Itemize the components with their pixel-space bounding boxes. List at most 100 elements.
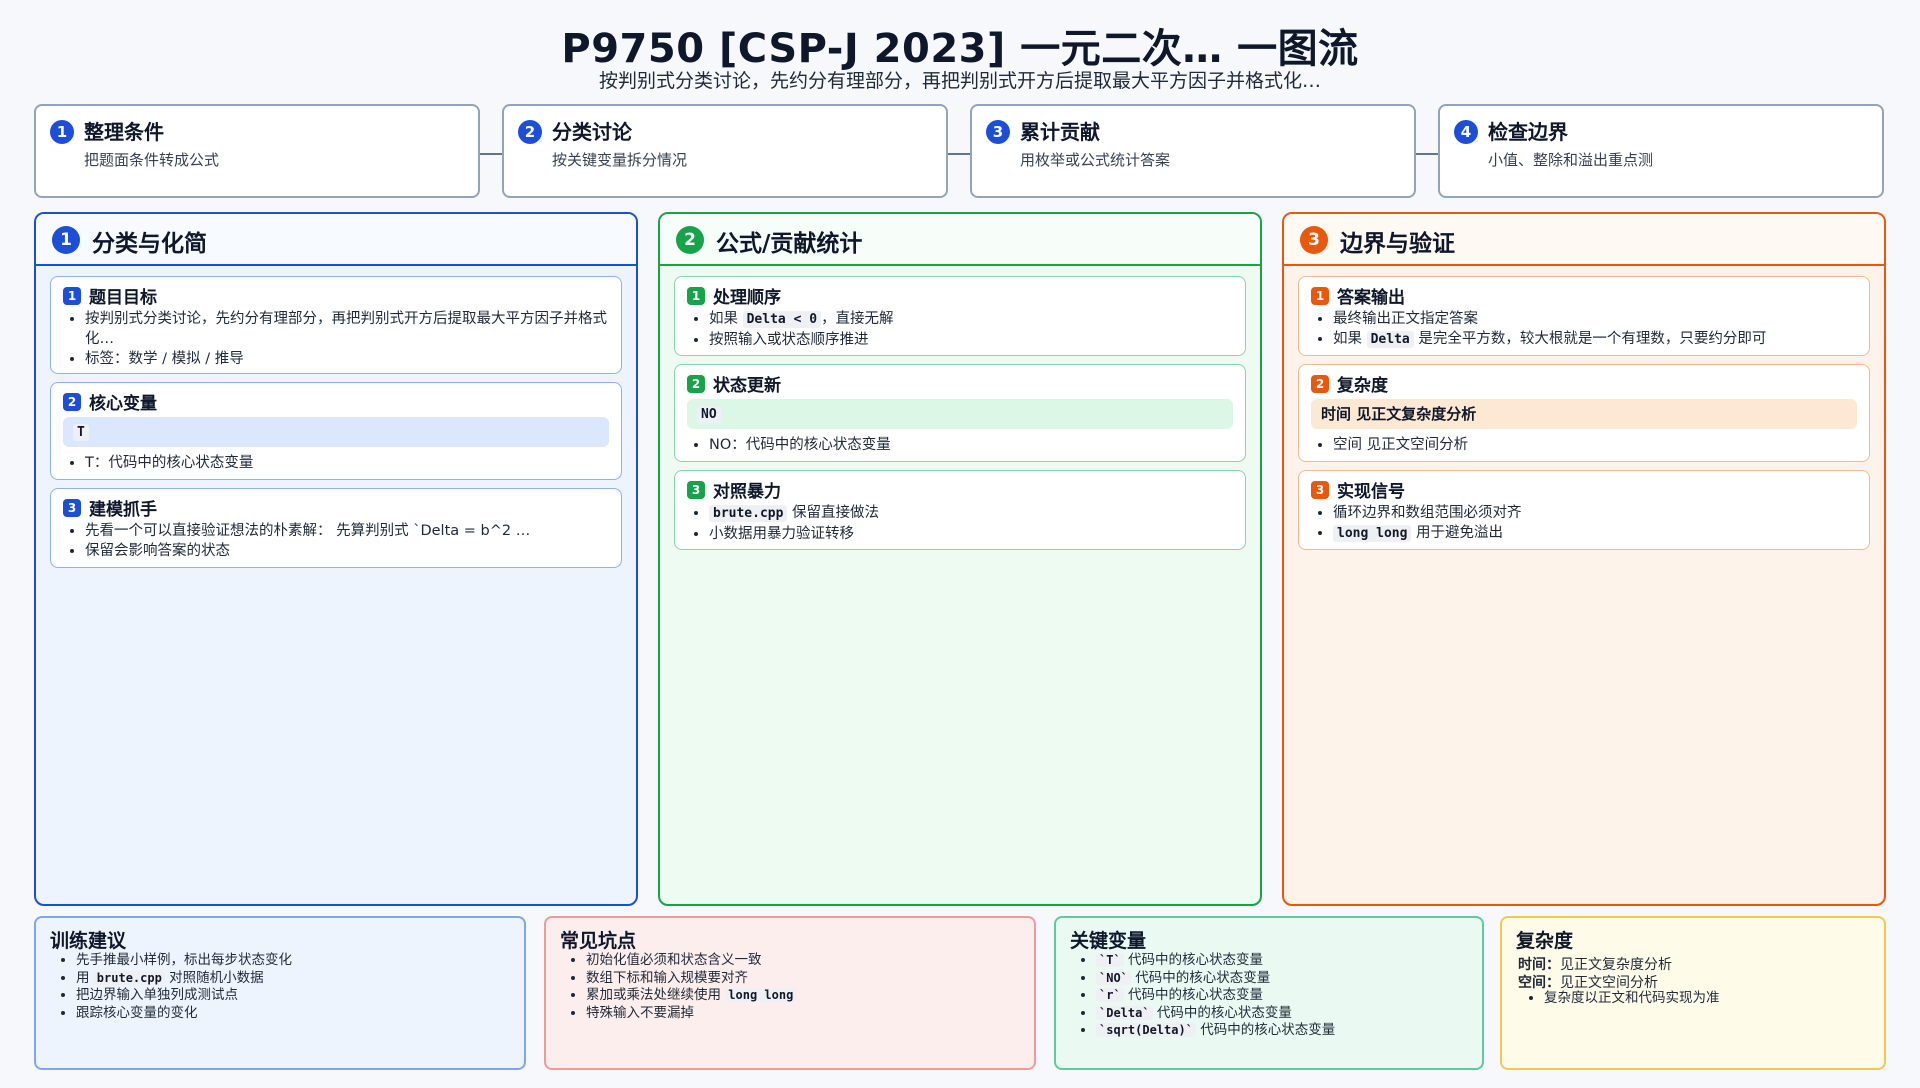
list-item: `sqrt(Delta)` 代码中的核心状态变量	[1096, 1022, 1335, 1040]
list-item: 初始化值必须和状态含义一致	[586, 952, 796, 970]
code-chip: `r`	[1096, 988, 1124, 1002]
step-title: 累计贡献	[1020, 120, 1100, 144]
column-number: 3	[1300, 226, 1328, 254]
column-title: 边界与验证	[1340, 231, 1455, 257]
column-title: 分类与化简	[92, 231, 207, 257]
card-number: 3	[1311, 481, 1329, 499]
card-impl-signals: 3 实现信号 循环边界和数组范围必须对齐 long long 用于避免溢出	[1298, 470, 1870, 550]
card-number: 1	[1311, 287, 1329, 305]
space-line: 空间：见正文空间分析	[1518, 975, 1658, 991]
box-list: 复杂度以正文和代码实现为准	[1524, 990, 1720, 1008]
step-4: 4 检查边界 小值、整除和溢出重点测	[1438, 104, 1884, 198]
code-chip: Delta < 0	[742, 311, 822, 328]
step-3: 3 累计贡献 用枚举或公式统计答案	[970, 104, 1416, 198]
card-order: 1 处理顺序 如果 Delta < 0，直接无解 按照输入或状态顺序推进	[674, 276, 1246, 356]
column-number: 1	[52, 226, 80, 254]
step-title: 整理条件	[84, 120, 164, 144]
code-chip: Delta	[1366, 331, 1414, 348]
column-formula: 2 公式/贡献统计 1 处理顺序 如果 Delta < 0，直接无解 按照输入或…	[658, 212, 1262, 906]
list-item: 累加或乘法处继续使用 long long	[586, 987, 797, 1005]
list-item: 复杂度以正文和代码实现为准	[1544, 990, 1720, 1008]
card-title: 复杂度	[1337, 376, 1388, 396]
card-list: T：代码中的核心状态变量	[65, 453, 253, 473]
highlight-bar: T	[63, 417, 609, 447]
step-title: 分类讨论	[552, 120, 632, 144]
code-chip: brute.cpp	[709, 505, 788, 522]
card-list: 先看一个可以直接验证想法的朴素解： 先算判别式 `Delta = b^2 … 保…	[65, 521, 625, 561]
card-state-update: 2 状态更新 NO NO：代码中的核心状态变量	[674, 364, 1246, 462]
step-desc: 用枚举或公式统计答案	[1020, 151, 1171, 169]
list-item: 最终输出正文指定答案	[1333, 309, 1766, 329]
step-connector	[1416, 153, 1438, 155]
time-line: 时间：见正文复杂度分析	[1518, 957, 1672, 973]
code-chip: long long	[1333, 525, 1412, 542]
step-number: 3	[986, 120, 1010, 144]
list-item: 把边界输入单独列成测试点	[76, 987, 292, 1005]
code-chip: `sqrt(Delta)`	[1096, 1023, 1196, 1037]
card-list: NO：代码中的核心状态变量	[689, 435, 891, 455]
column-header: 1 分类与化简	[36, 214, 636, 266]
complexity-box: 复杂度 时间：见正文复杂度分析 空间：见正文空间分析 复杂度以正文和代码实现为准	[1500, 916, 1886, 1070]
card-number: 3	[687, 481, 705, 499]
card-list: 循环边界和数组范围必须对齐 long long 用于避免溢出	[1313, 503, 1522, 544]
card-number: 1	[687, 287, 705, 305]
list-item: 按照输入或状态顺序推进	[709, 330, 894, 350]
card-title: 对照暴力	[713, 482, 781, 502]
step-number: 2	[518, 120, 542, 144]
step-2: 2 分类讨论 按关键变量拆分情况	[502, 104, 948, 198]
list-item: 保留会影响答案的状态	[85, 541, 625, 561]
column-classification: 1 分类与化简 1 题目目标 按判别式分类讨论，先约分有理部分，再把判别式开方后…	[34, 212, 638, 906]
code-chip: long long	[725, 988, 797, 1002]
step-title: 检查边界	[1488, 120, 1568, 144]
training-tips-box: 训练建议 先手推最小样例，标出每步状态变化 用 brute.cpp 对照随机小数…	[34, 916, 526, 1070]
card-number: 2	[1311, 375, 1329, 393]
pitfalls-box: 常见坑点 初始化值必须和状态含义一致 数组下标和输入规模要对齐 累加或乘法处继续…	[544, 916, 1036, 1070]
box-title: 训练建议	[50, 930, 127, 952]
step-connector	[480, 153, 502, 155]
column-header: 2 公式/贡献统计	[660, 214, 1260, 266]
list-item: 如果 Delta 是完全平方数，较大根就是一个有理数，只要约分即可	[1333, 329, 1766, 350]
code-chip: `T`	[1096, 953, 1124, 967]
step-number: 1	[50, 120, 74, 144]
list-item: brute.cpp 保留直接做法	[709, 503, 879, 524]
column-boundary: 3 边界与验证 1 答案输出 最终输出正文指定答案 如果 Delta 是完全平方…	[1282, 212, 1886, 906]
list-item: 小数据用暴力验证转移	[709, 524, 879, 544]
box-list: `T` 代码中的核心状态变量 `NO` 代码中的核心状态变量 `r` 代码中的核…	[1076, 952, 1335, 1040]
list-item: 数组下标和输入规模要对齐	[586, 970, 796, 988]
list-item: long long 用于避免溢出	[1333, 523, 1522, 544]
card-list: 按判别式分类讨论，先约分有理部分，再把判别式开方后提取最大平方因子并格式化… 标…	[65, 309, 615, 369]
card-number: 2	[687, 375, 705, 393]
card-output: 1 答案输出 最终输出正文指定答案 如果 Delta 是完全平方数，较大根就是一…	[1298, 276, 1870, 356]
list-item: 先手推最小样例，标出每步状态变化	[76, 952, 292, 970]
column-number: 2	[676, 226, 704, 254]
card-list: 最终输出正文指定答案 如果 Delta 是完全平方数，较大根就是一个有理数，只要…	[1313, 309, 1766, 350]
list-item: NO：代码中的核心状态变量	[709, 435, 891, 455]
box-list: 初始化值必须和状态含义一致 数组下标和输入规模要对齐 累加或乘法处继续使用 lo…	[566, 952, 797, 1022]
card-title: 状态更新	[713, 376, 781, 396]
card-number: 3	[63, 499, 81, 517]
list-item: `Delta` 代码中的核心状态变量	[1096, 1005, 1335, 1023]
card-core-variable: 2 核心变量 T T：代码中的核心状态变量	[50, 382, 622, 480]
card-title: 建模抓手	[89, 500, 157, 520]
list-item: `NO` 代码中的核心状态变量	[1096, 970, 1335, 988]
step-desc: 小值、整除和溢出重点测	[1488, 151, 1654, 169]
highlight-bar: 时间 见正文复杂度分析	[1311, 399, 1857, 429]
box-list: 先手推最小样例，标出每步状态变化 用 brute.cpp 对照随机小数据 把边界…	[56, 952, 292, 1022]
card-modeling: 3 建模抓手 先看一个可以直接验证想法的朴素解： 先算判别式 `Delta = …	[50, 488, 622, 568]
code-chip: T	[73, 424, 89, 441]
list-item: 如果 Delta < 0，直接无解	[709, 309, 894, 330]
step-connector	[948, 153, 970, 155]
box-title: 关键变量	[1070, 930, 1147, 952]
list-item: `T` 代码中的核心状态变量	[1096, 952, 1335, 970]
card-list: 空间 见正文空间分析	[1313, 435, 1468, 455]
column-title: 公式/贡献统计	[716, 231, 863, 257]
step-desc: 按关键变量拆分情况	[552, 151, 688, 169]
list-item: 跟踪核心变量的变化	[76, 1005, 292, 1023]
step-desc: 把题面条件转成公式	[84, 151, 220, 169]
code-chip: `NO`	[1096, 970, 1131, 985]
list-item: `r` 代码中的核心状态变量	[1096, 987, 1335, 1005]
list-item: 空间 见正文空间分析	[1333, 435, 1468, 455]
code-chip: `Delta`	[1096, 1005, 1153, 1020]
card-title: 核心变量	[89, 394, 157, 414]
list-item: 循环边界和数组范围必须对齐	[1333, 503, 1522, 523]
